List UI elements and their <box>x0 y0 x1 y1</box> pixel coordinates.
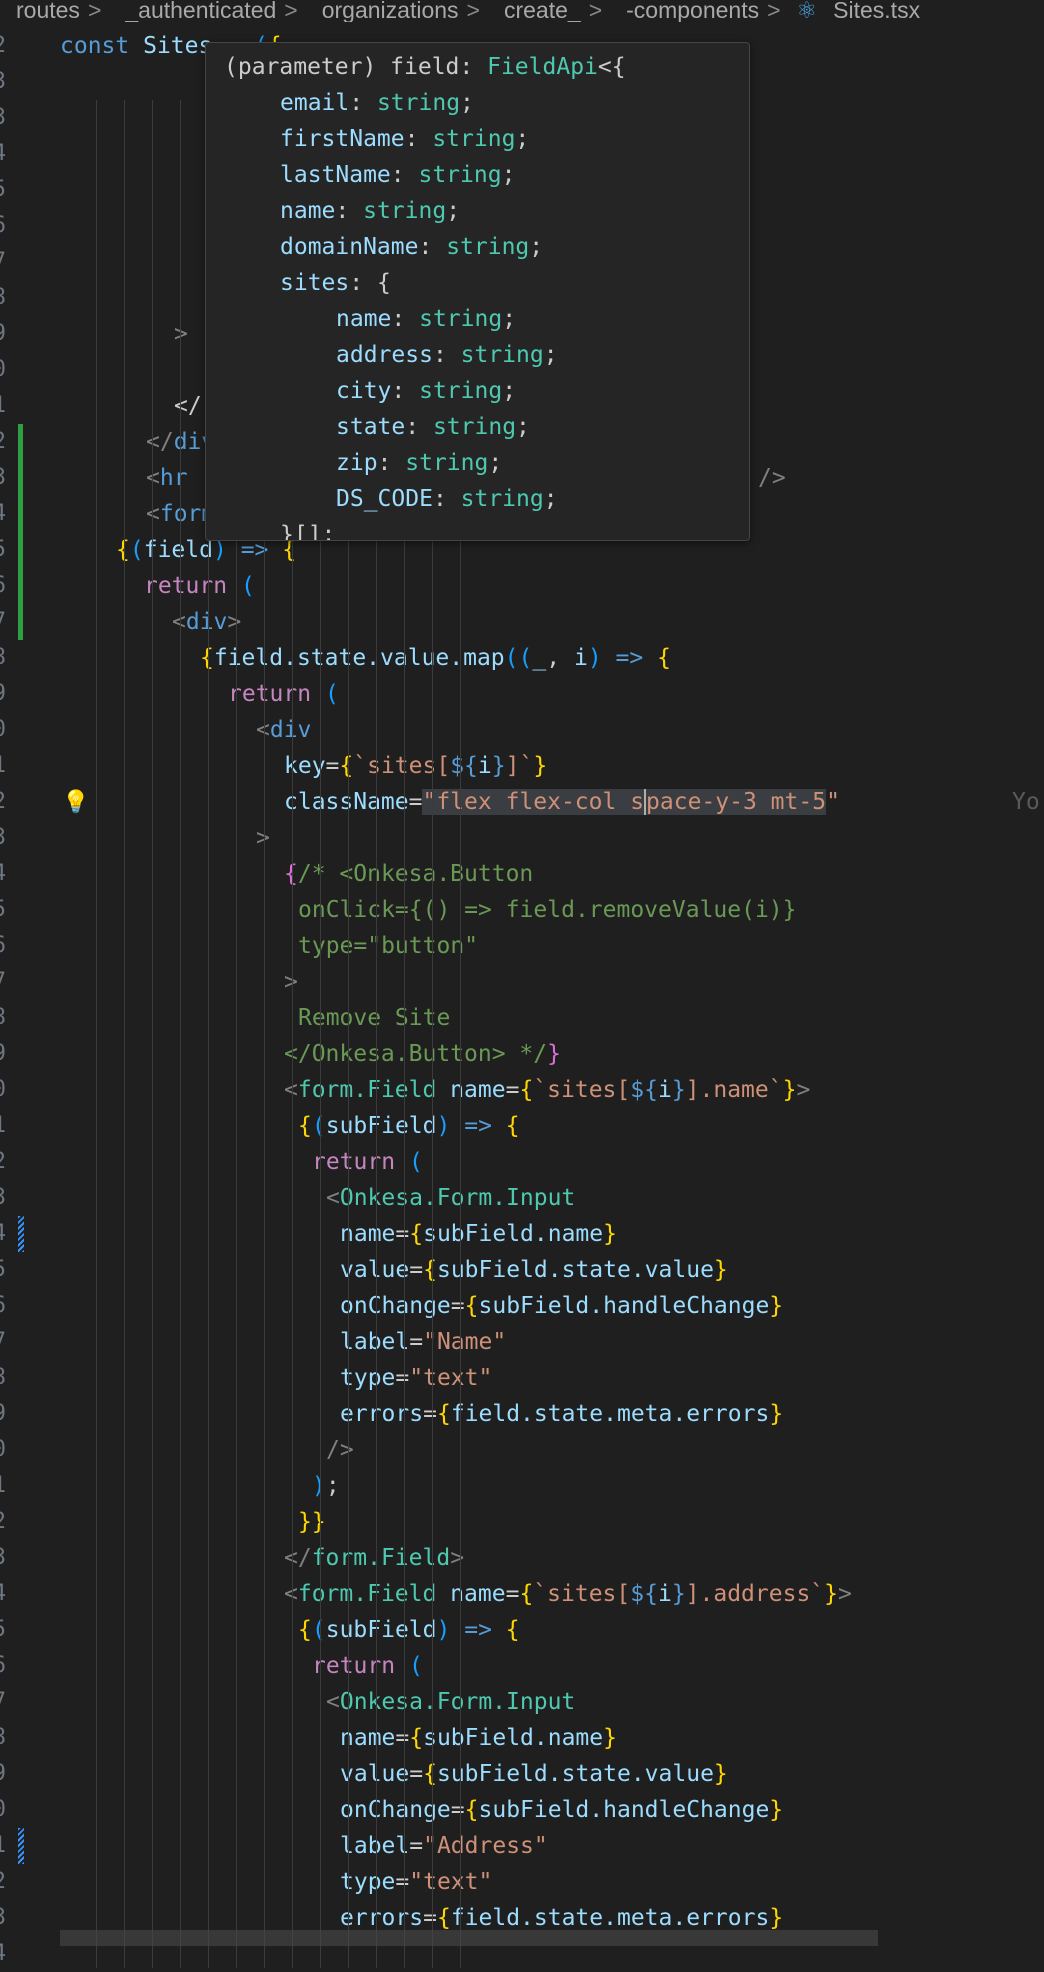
breadcrumb-separator: > <box>466 0 480 22</box>
hover-type-line: }[]; <box>280 522 336 541</box>
code-line[interactable]: /> <box>0 1432 1044 1468</box>
code-line[interactable]: </Onkesa.Button> */} <box>0 1036 1044 1072</box>
hover-type-line: name: string; <box>280 198 461 224</box>
line-number: 7 <box>0 244 6 280</box>
code-line[interactable]: ); <box>0 1468 1044 1504</box>
line-number: 6 <box>0 208 6 244</box>
code-line[interactable]: errors={field.state.meta.errors} <box>0 1396 1044 1432</box>
horizontal-scrollbar[interactable] <box>60 1930 878 1946</box>
code-line[interactable]: return ( <box>0 676 1044 712</box>
breadcrumb-item[interactable]: create_ <box>488 0 581 22</box>
hover-type-line: address: string; <box>336 342 558 368</box>
code-line[interactable]: onChange={subField.handleChange} <box>0 1288 1044 1324</box>
hover-type-line: firstName: string; <box>280 126 530 152</box>
code-line[interactable]: name={subField.name} <box>0 1216 1044 1252</box>
hover-type-line: DS_CODE: string; <box>336 486 558 512</box>
breadcrumb-separator: > <box>767 0 781 22</box>
code-line[interactable]: value={subField.state.value} <box>0 1252 1044 1288</box>
code-line[interactable]: onChange={subField.handleChange} <box>0 1792 1044 1828</box>
line-number: 4 <box>0 136 6 172</box>
code-line[interactable]: type="button" <box>0 928 1044 964</box>
breadcrumb-item[interactable]: routes <box>0 0 80 22</box>
code-line[interactable]: return ( <box>0 1648 1044 1684</box>
code-line[interactable]: label="Address" <box>0 1828 1044 1864</box>
code-line[interactable]: <form.Field name={`sites[${i}].address`}… <box>0 1576 1044 1612</box>
breadcrumb-separator: > <box>87 0 102 22</box>
code-line[interactable]: <Onkesa.Form.Input <box>0 1684 1044 1720</box>
code-line[interactable]: type="text" <box>0 1360 1044 1396</box>
code-line[interactable]: {(subField) => { <box>0 1612 1044 1648</box>
type-hover-popup: (parameter) field: FieldApi<{ email: stri… <box>205 42 750 541</box>
added-lines-gutter-marker[interactable] <box>18 424 23 640</box>
code-line[interactable]: <form.Field name={`sites[${i}].name`}> <box>0 1072 1044 1108</box>
react-file-icon: ⚛ <box>796 0 818 22</box>
code-line[interactable]: Remove Site <box>0 1000 1044 1036</box>
line-number: 5 <box>0 172 6 208</box>
hover-type-line: email: string; <box>280 90 474 116</box>
hover-type-line: city: string; <box>336 378 517 404</box>
code-line[interactable]: key={`sites[${i}]`} <box>0 748 1044 784</box>
indent-guide <box>180 100 181 1968</box>
modified-line-gutter-marker[interactable] <box>18 1216 24 1252</box>
hover-type-line: (parameter) field: FieldApi<{ <box>224 54 626 80</box>
code-line[interactable]: {field.state.value.map((_, i) => { <box>0 640 1044 676</box>
code-line[interactable]: return ( <box>0 1144 1044 1180</box>
code-line[interactable]: name={subField.name} <box>0 1720 1044 1756</box>
indent-guide <box>124 100 125 1968</box>
code-line[interactable]: }} <box>0 1504 1044 1540</box>
code-line[interactable]: <div <box>0 712 1044 748</box>
line-number: 4 <box>0 1936 6 1972</box>
line-number: 3 <box>0 100 6 136</box>
hover-type-line: zip: string; <box>336 450 503 476</box>
code-line[interactable]: onClick={() => field.removeValue(i)} <box>0 892 1044 928</box>
line-number: 8 <box>0 280 6 316</box>
breadcrumb-item[interactable]: _authenticated <box>109 0 276 22</box>
hover-type-line: name: string; <box>336 306 517 332</box>
code-line[interactable]: > <box>0 820 1044 856</box>
hover-type-line: state: string; <box>336 414 530 440</box>
code-line[interactable]: value={subField.state.value} <box>0 1756 1044 1792</box>
code-line[interactable]: <Onkesa.Form.Input <box>0 1180 1044 1216</box>
code-line[interactable]: type="text" <box>0 1864 1044 1900</box>
hover-type-line: sites: { <box>280 270 391 296</box>
breadcrumb-item[interactable]: organizations <box>306 0 459 22</box>
breadcrumb-item[interactable]: -components <box>610 0 759 22</box>
hover-type-line: domainName: string; <box>280 234 544 260</box>
line-number: 0 <box>0 352 6 388</box>
code-line[interactable]: return ( <box>0 568 1044 604</box>
inline-blame-ghost-text: Yo <box>1012 789 1040 815</box>
indent-guide <box>96 100 97 1968</box>
modified-line-gutter-marker[interactable] <box>18 1828 24 1864</box>
hover-type-line: lastName: string; <box>280 162 516 188</box>
code-line[interactable]: label="Name" <box>0 1324 1044 1360</box>
breadcrumb-item[interactable]: Sites.tsx <box>817 0 920 22</box>
breadcrumb-separator: > <box>588 0 603 22</box>
code-line[interactable]: {(subField) => { <box>0 1108 1044 1144</box>
lightbulb-icon[interactable]: 💡 <box>62 790 89 815</box>
indent-guide <box>152 100 153 1968</box>
code-line[interactable]: <div> <box>0 604 1044 640</box>
code-line[interactable]: </form.Field> <box>0 1540 1044 1576</box>
code-line[interactable]: className="flex flex-col space-y-3 mt-5"… <box>0 784 1044 820</box>
line-number: 3 <box>0 64 6 100</box>
code-line[interactable]: {/* <Onkesa.Button <box>0 856 1044 892</box>
breadcrumb-separator: > <box>284 0 298 22</box>
code-line[interactable]: > <box>0 964 1044 1000</box>
breadcrumb: routes > _authenticated > organizations > crea… <box>0 0 1044 22</box>
